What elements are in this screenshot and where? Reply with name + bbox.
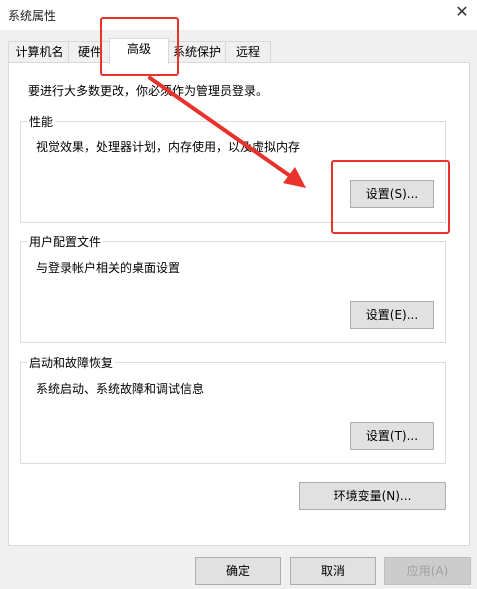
tab-advanced[interactable]: 高级 [109,38,169,64]
annotation-arrow-icon [148,76,306,188]
